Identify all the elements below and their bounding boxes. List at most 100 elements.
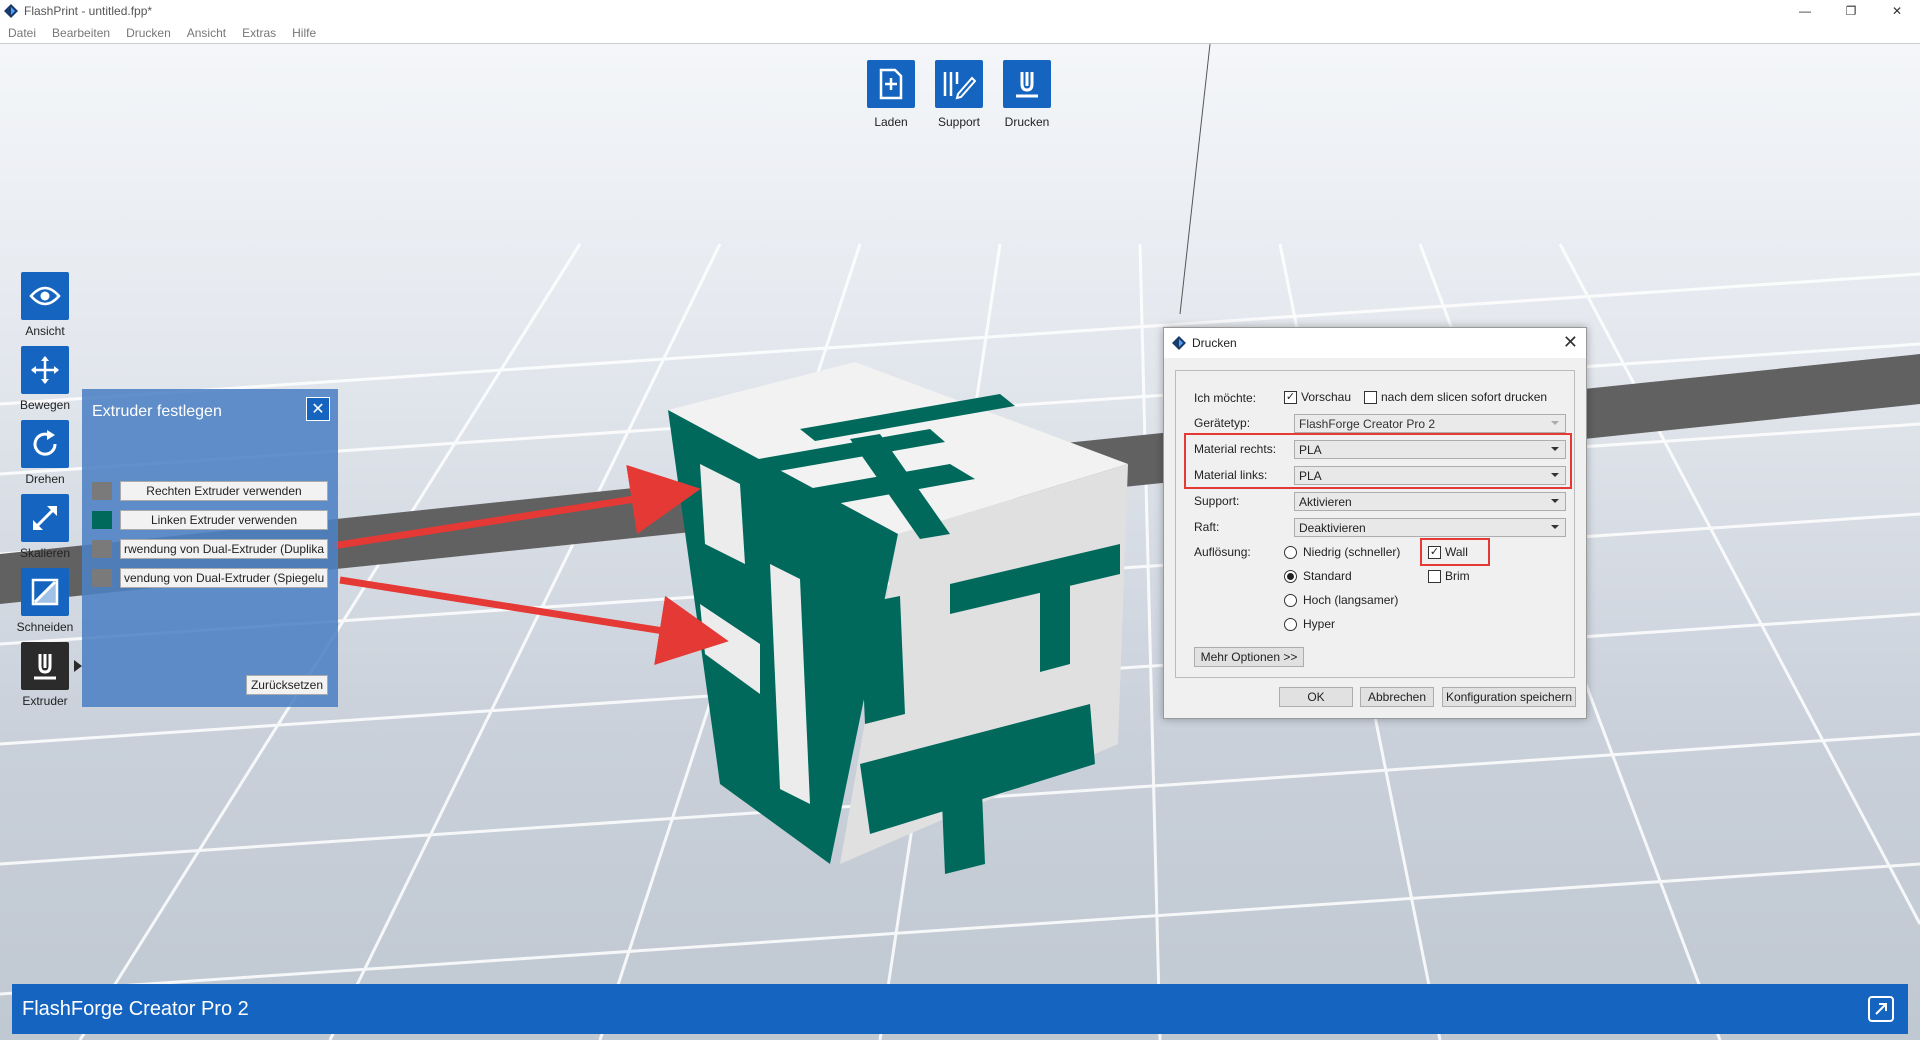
device-label: Gerätetyp: bbox=[1194, 416, 1251, 430]
print-tool[interactable]: Drucken bbox=[1002, 60, 1052, 129]
close-icon[interactable]: ✕ bbox=[306, 397, 330, 421]
support-label: Support bbox=[937, 115, 981, 129]
resolution-label: Auflösung: bbox=[1194, 545, 1251, 559]
cancel-button[interactable]: Abbrechen bbox=[1360, 687, 1434, 707]
preview-label: Vorschau bbox=[1301, 390, 1352, 404]
eye-icon[interactable] bbox=[21, 272, 69, 320]
extruder-option-mirror: vendung von Dual-Extruder (Spiegelu bbox=[92, 568, 328, 588]
extruder-tool[interactable]: Extruder bbox=[20, 642, 82, 712]
print-icon[interactable] bbox=[1003, 60, 1051, 108]
radio-standard[interactable] bbox=[1284, 569, 1297, 583]
menu-bearbeiten[interactable]: Bearbeiten bbox=[52, 26, 110, 40]
resolution-standard[interactable]: Standard bbox=[1284, 569, 1352, 583]
minimize-button[interactable]: — bbox=[1782, 0, 1828, 22]
resolution-standard-label: Standard bbox=[1303, 569, 1352, 583]
raft-value: Deaktivieren bbox=[1299, 520, 1366, 535]
color-swatch bbox=[92, 482, 112, 500]
material-highlight-box bbox=[1184, 433, 1572, 489]
ok-button[interactable]: OK bbox=[1279, 687, 1353, 707]
raft-label: Raft: bbox=[1194, 520, 1220, 534]
extruder-option-duplicate: rwendung von Dual-Extruder (Duplika bbox=[92, 539, 328, 559]
extruder-option-left: Linken Extruder verwenden bbox=[92, 510, 328, 530]
support-value: Aktivieren bbox=[1299, 494, 1352, 509]
cube-model bbox=[668, 362, 1128, 874]
load-label: Laden bbox=[874, 115, 908, 129]
extruder-panel: Extruder festlegen ✕ Rechten Extruder ve… bbox=[82, 389, 338, 707]
extruder-panel-title: Extruder festlegen bbox=[92, 403, 222, 420]
extruder-icon[interactable] bbox=[21, 642, 69, 690]
view-tool[interactable]: Ansicht bbox=[20, 272, 70, 342]
close-window-button[interactable]: ✕ bbox=[1874, 0, 1920, 22]
brim-checkbox[interactable] bbox=[1428, 569, 1441, 583]
connect-printer-icon[interactable] bbox=[1868, 996, 1894, 1022]
rotate-icon[interactable] bbox=[21, 420, 69, 468]
menu-ansicht[interactable]: Ansicht bbox=[187, 26, 226, 40]
wall-highlight-box bbox=[1420, 538, 1490, 566]
cut-tool[interactable]: Schneiden bbox=[17, 568, 73, 638]
print-after-slice-option[interactable]: nach dem slicen sofort drucken bbox=[1364, 390, 1547, 404]
device-value: FlashForge Creator Pro 2 bbox=[1299, 416, 1436, 431]
radio-hyper[interactable] bbox=[1284, 617, 1297, 631]
preview-option[interactable]: ✓ Vorschau bbox=[1284, 390, 1351, 404]
axis-line bbox=[1179, 44, 1211, 315]
print-after-slice-checkbox[interactable] bbox=[1364, 390, 1377, 404]
support-edit-icon[interactable] bbox=[935, 60, 983, 108]
load-tool[interactable]: Laden bbox=[866, 60, 916, 129]
more-options-button[interactable]: Mehr Optionen >> bbox=[1194, 647, 1304, 667]
chevron-down-icon bbox=[1551, 525, 1559, 529]
support-tool[interactable]: Support bbox=[934, 60, 984, 129]
reset-button[interactable]: Zurücksetzen bbox=[245, 675, 328, 695]
menu-drucken[interactable]: Drucken bbox=[126, 26, 171, 40]
dual-mirror-button[interactable]: vendung von Dual-Extruder (Spiegelu bbox=[120, 568, 328, 588]
cut-label: Schneiden bbox=[16, 620, 74, 634]
menu-bar: Datei Bearbeiten Drucken Ansicht Extras … bbox=[0, 22, 1920, 44]
brim-option[interactable]: Brim bbox=[1428, 569, 1470, 583]
use-left-extruder-button[interactable]: Linken Extruder verwenden bbox=[120, 510, 328, 530]
3d-viewport[interactable]: Laden Support Drucken Ansicht Bewegen Dr… bbox=[0, 44, 1920, 1040]
scale-label: Skalieren bbox=[19, 546, 71, 560]
move-icon[interactable] bbox=[21, 346, 69, 394]
status-bar: FlashForge Creator Pro 2 bbox=[12, 984, 1908, 1034]
color-swatch bbox=[92, 511, 112, 529]
menu-datei[interactable]: Datei bbox=[8, 26, 36, 40]
dialog-close-icon[interactable]: ✕ bbox=[1563, 332, 1578, 353]
chevron-down-icon bbox=[1551, 499, 1559, 503]
preview-checkbox[interactable]: ✓ bbox=[1284, 390, 1297, 404]
print-dialog: Drucken ✕ Ich möchte: ✓ Vorschau nach de… bbox=[1163, 327, 1587, 719]
rotate-tool[interactable]: Drehen bbox=[20, 420, 70, 490]
support-select[interactable]: Aktivieren bbox=[1294, 492, 1566, 511]
resolution-hyper[interactable]: Hyper bbox=[1284, 617, 1335, 631]
extruder-label: Extruder bbox=[22, 694, 68, 708]
radio-high[interactable] bbox=[1284, 593, 1297, 607]
annotation-arrow-left bbox=[339, 576, 729, 665]
active-tool-indicator bbox=[74, 660, 82, 672]
scale-tool[interactable]: Skalieren bbox=[20, 494, 70, 564]
resolution-low[interactable]: Niedrig (schneller) bbox=[1284, 545, 1400, 559]
radio-low[interactable] bbox=[1284, 545, 1297, 559]
move-tool[interactable]: Bewegen bbox=[20, 346, 70, 416]
resolution-high[interactable]: Hoch (langsamer) bbox=[1284, 593, 1398, 607]
load-file-icon[interactable] bbox=[867, 60, 915, 108]
rotate-label: Drehen bbox=[25, 472, 65, 486]
scale-icon[interactable] bbox=[21, 494, 69, 542]
resolution-hyper-label: Hyper bbox=[1303, 617, 1336, 631]
flashprint-logo-icon bbox=[1172, 336, 1186, 350]
save-config-button[interactable]: Konfiguration speichern bbox=[1442, 687, 1576, 707]
extruder-option-right: Rechten Extruder verwenden bbox=[92, 481, 328, 501]
resolution-low-label: Niedrig (schneller) bbox=[1303, 545, 1401, 559]
menu-extras[interactable]: Extras bbox=[242, 26, 276, 40]
left-toolbar: Ansicht Bewegen Drehen Skalieren Schneid… bbox=[17, 272, 82, 712]
view-label: Ansicht bbox=[25, 324, 65, 338]
menu-hilfe[interactable]: Hilfe bbox=[292, 26, 316, 40]
restore-button[interactable]: ❐ bbox=[1828, 0, 1874, 22]
cut-icon[interactable] bbox=[21, 568, 69, 616]
raft-select[interactable]: Deaktivieren bbox=[1294, 518, 1566, 537]
dual-duplicate-button[interactable]: rwendung von Dual-Extruder (Duplika bbox=[120, 539, 328, 559]
print-settings-group: Ich möchte: ✓ Vorschau nach dem slicen s… bbox=[1175, 370, 1575, 678]
want-label: Ich möchte: bbox=[1194, 391, 1257, 405]
dialog-title: Drucken bbox=[1192, 336, 1237, 350]
use-right-extruder-button[interactable]: Rechten Extruder verwenden bbox=[120, 481, 328, 501]
color-swatch bbox=[92, 569, 112, 587]
top-toolbar: Laden Support Drucken bbox=[866, 60, 1052, 129]
dialog-title-bar: Drucken ✕ bbox=[1164, 328, 1586, 358]
